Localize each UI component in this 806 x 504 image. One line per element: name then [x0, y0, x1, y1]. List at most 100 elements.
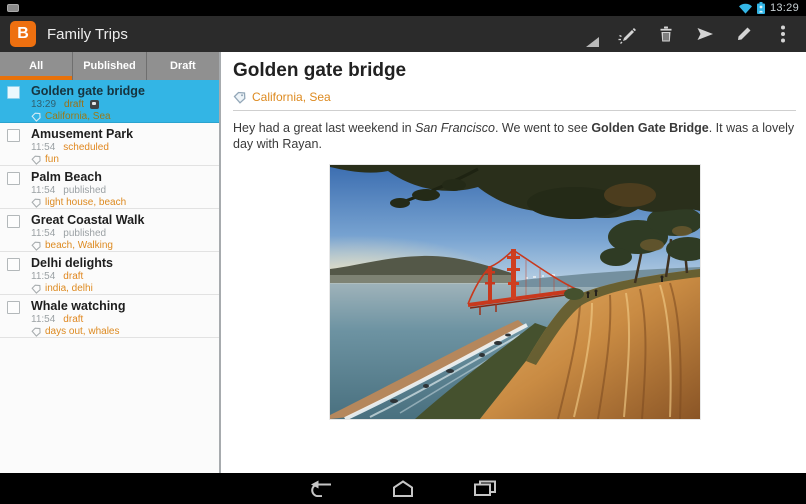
- post-list-item[interactable]: Amusement Park 11:54 scheduled fun: [0, 123, 219, 166]
- delete-button[interactable]: [655, 16, 677, 52]
- post-detail-title: Golden gate bridge: [233, 60, 796, 82]
- post-list-item[interactable]: Delhi delights 11:54 draft india, delhi: [0, 252, 219, 295]
- post-meta: 11:54 published: [31, 227, 144, 240]
- post-list-item[interactable]: Great Coastal Walk 11:54 published beach…: [0, 209, 219, 252]
- post-meta: 11:54 draft: [31, 270, 113, 283]
- wifi-icon: [739, 3, 752, 14]
- post-body-text: Hey had a great last weekend in San Fran…: [233, 120, 796, 152]
- publish-button[interactable]: [694, 16, 716, 52]
- back-button[interactable]: [308, 479, 334, 499]
- tag-icon: [31, 198, 41, 208]
- post-time: 11:54: [31, 184, 55, 197]
- post-checkbox[interactable]: [7, 258, 20, 271]
- post-tags-text: California, Sea: [45, 111, 111, 123]
- edit-icon: [734, 24, 754, 44]
- post-list[interactable]: Golden gate bridge 13:29 draft Californi…: [0, 80, 219, 473]
- corner-triangle-icon: [586, 36, 599, 47]
- post-title: Whale watching: [31, 300, 125, 313]
- body-segment: . We went to see: [495, 121, 591, 135]
- delete-icon: [656, 24, 676, 44]
- post-checkbox[interactable]: [7, 129, 20, 142]
- tag-icon: [31, 327, 41, 337]
- main-area: All Published Draft Golden gate bridge 13:…: [0, 52, 806, 473]
- overflow-menu-icon: [780, 24, 786, 44]
- post-list-item[interactable]: Golden gate bridge 13:29 draft Californi…: [0, 80, 219, 123]
- post-tags-text: india, delhi: [45, 283, 93, 295]
- tab-published[interactable]: Published: [72, 52, 145, 80]
- clock: 13:29: [770, 2, 799, 14]
- post-status: scheduled: [63, 141, 109, 154]
- post-text: Delhi delights 11:54 draft india, delhi: [31, 257, 113, 294]
- post-tags-text: light house, beach: [45, 197, 126, 209]
- post-tags: California, Sea: [31, 111, 145, 123]
- post-detail-labels-text: California, Sea: [252, 90, 331, 104]
- tag-icon: [233, 91, 246, 104]
- post-time: 11:54: [31, 313, 55, 326]
- recents-button[interactable]: [472, 479, 498, 499]
- post-status: draft: [64, 98, 84, 111]
- back-icon: [309, 480, 333, 497]
- post-status: published: [63, 184, 106, 197]
- post-detail-labels: California, Sea: [233, 90, 796, 104]
- post-title: Great Coastal Walk: [31, 214, 144, 227]
- post-tags-text: fun: [45, 154, 59, 166]
- tag-icon: [31, 155, 41, 165]
- post-title: Amusement Park: [31, 128, 133, 141]
- tab-all[interactable]: All: [0, 52, 72, 80]
- post-title: Golden gate bridge: [31, 85, 145, 98]
- post-time: 11:54: [31, 141, 55, 154]
- post-time: 13:29: [31, 98, 56, 111]
- post-checkbox[interactable]: [7, 301, 20, 314]
- post-status: draft: [63, 270, 83, 283]
- post-tags-text: days out, whales: [45, 326, 120, 338]
- post-title: Delhi delights: [31, 257, 113, 270]
- notification-icon: [7, 4, 19, 12]
- body-segment: Hey had a great last weekend in: [233, 121, 415, 135]
- blog-title: Family Trips: [47, 26, 128, 43]
- tab-label: Published: [83, 60, 136, 72]
- post-preview-pane: Golden gate bridge California, Sea Hey h…: [221, 52, 806, 473]
- post-checkbox[interactable]: [7, 86, 20, 99]
- tab-draft[interactable]: Draft: [146, 52, 219, 80]
- post-list-item[interactable]: Whale watching 11:54 draft days out, wha…: [0, 295, 219, 338]
- status-bar-indicators: 13:29: [739, 2, 799, 14]
- post-time: 11:54: [31, 227, 55, 240]
- send-icon: [695, 24, 715, 44]
- tag-icon: [31, 112, 41, 122]
- compose-button[interactable]: [616, 16, 638, 52]
- app-home-button[interactable]: B Family Trips: [0, 16, 138, 52]
- home-icon: [391, 480, 415, 497]
- post-text: Amusement Park 11:54 scheduled fun: [31, 128, 133, 165]
- body-segment: San Francisco: [415, 121, 495, 135]
- post-meta: 13:29 draft: [31, 98, 145, 111]
- tag-icon: [31, 241, 41, 251]
- tablet-screen: 13:29 B Family Trips: [0, 0, 806, 504]
- tab-label: Draft: [170, 60, 196, 72]
- post-list-panel: All Published Draft Golden gate bridge 13:…: [0, 52, 221, 473]
- tab-bar: All Published Draft: [0, 52, 219, 80]
- status-bar: 13:29: [0, 0, 806, 16]
- tag-icon: [31, 284, 41, 294]
- post-tags: fun: [31, 154, 133, 166]
- edit-button[interactable]: [733, 16, 755, 52]
- blogger-logo-icon: B: [10, 21, 36, 47]
- post-meta: 11:54 published: [31, 184, 126, 197]
- post-text: Great Coastal Walk 11:54 published beach…: [31, 214, 144, 251]
- home-button[interactable]: [390, 479, 416, 499]
- post-text: Palm Beach 11:54 published light house, …: [31, 171, 126, 208]
- tab-label: All: [29, 60, 43, 72]
- compose-icon: [617, 24, 637, 44]
- overflow-menu-button[interactable]: [772, 16, 794, 52]
- post-checkbox[interactable]: [7, 172, 20, 185]
- post-tags: beach, Walking: [31, 240, 144, 252]
- post-text: Golden gate bridge 13:29 draft Californi…: [31, 85, 145, 122]
- post-checkbox[interactable]: [7, 215, 20, 228]
- body-segment: Golden Gate Bridge: [591, 121, 708, 135]
- divider: [233, 110, 796, 111]
- post-tags-text: beach, Walking: [45, 240, 113, 252]
- battery-icon: [757, 2, 765, 14]
- photo-attachment-icon: [90, 100, 99, 109]
- post-tags: light house, beach: [31, 197, 126, 209]
- post-list-item[interactable]: Palm Beach 11:54 published light house, …: [0, 166, 219, 209]
- post-status: draft: [63, 313, 83, 326]
